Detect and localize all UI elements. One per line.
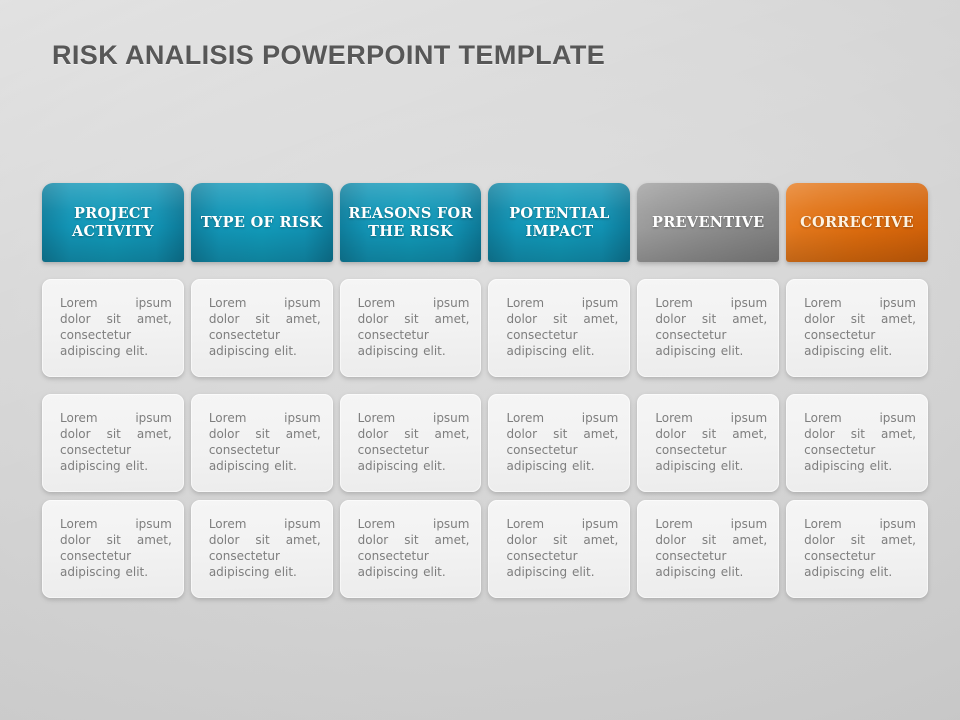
table-cell[interactable]: Lorem ipsum dolor sit amet, consectetur … xyxy=(637,500,780,598)
table-cell-text: Lorem ipsum dolor sit amet, consectetur … xyxy=(506,296,619,358)
table-cell[interactable]: Lorem ipsum dolor sit amet, consectetur … xyxy=(786,394,928,492)
table-cell[interactable]: Lorem ipsum dolor sit amet, consectetur … xyxy=(190,394,333,492)
column-header[interactable]: CORRECTIVE xyxy=(786,183,928,262)
table-cell-text: Lorem ipsum dolor sit amet, consectetur … xyxy=(60,296,172,358)
table-cell-text: Lorem ipsum dolor sit amet, consectetur … xyxy=(655,411,768,473)
table-cell-text: Lorem ipsum dolor sit amet, consectetur … xyxy=(357,411,470,473)
table-column: POTENTIAL IMPACT Lorem ipsum dolor sit am… xyxy=(488,183,631,598)
slide-canvas: RISK ANALISIS POWERPOINT TEMPLATE PROJEC… xyxy=(0,0,960,720)
table-cell-text: Lorem ipsum dolor sit amet, consectetur … xyxy=(506,411,619,473)
table-cell[interactable]: Lorem ipsum dolor sit amet, consectetur … xyxy=(339,279,482,377)
risk-analysis-table: PROJECT ACTIVITY Lorem ipsum dolor sit am… xyxy=(42,183,928,598)
table-cell-text: Lorem ipsum dolor sit amet, consectetur … xyxy=(208,517,321,579)
column-header[interactable]: PREVENTIVE xyxy=(637,183,779,262)
table-cell-text: Lorem ipsum dolor sit amet, consectetur … xyxy=(208,296,321,358)
column-header[interactable]: TYPE OF RISK xyxy=(191,183,333,262)
table-column: PROJECT ACTIVITY Lorem ipsum dolor sit am… xyxy=(42,183,184,598)
table-cell[interactable]: Lorem ipsum dolor sit amet, consectetur … xyxy=(786,279,928,377)
column-header-label: TYPE OF RISK xyxy=(200,213,323,231)
table-cell[interactable]: Lorem ipsum dolor sit amet, consectetur … xyxy=(42,394,184,492)
table-cell[interactable]: Lorem ipsum dolor sit amet, consectetur … xyxy=(637,279,780,377)
table-cell[interactable]: Lorem ipsum dolor sit amet, consectetur … xyxy=(339,500,482,598)
table-cell[interactable]: Lorem ipsum dolor sit amet, consectetur … xyxy=(637,394,780,492)
table-cell[interactable]: Lorem ipsum dolor sit amet, consectetur … xyxy=(190,500,333,598)
table-cell-text: Lorem ipsum dolor sit amet, consectetur … xyxy=(655,296,768,358)
column-header-label: POTENTIAL IMPACT xyxy=(509,205,610,240)
table-cell-text: Lorem ipsum dolor sit amet, consectetur … xyxy=(804,411,916,473)
column-header-label: PREVENTIVE xyxy=(652,213,765,231)
table-cell[interactable]: Lorem ipsum dolor sit amet, consectetur … xyxy=(339,394,482,492)
table-cell-text: Lorem ipsum dolor sit amet, consectetur … xyxy=(208,411,321,473)
table-cell[interactable]: Lorem ipsum dolor sit amet, consectetur … xyxy=(190,279,333,377)
column-header-label: PROJECT ACTIVITY xyxy=(71,205,154,240)
column-header[interactable]: POTENTIAL IMPACT xyxy=(488,183,630,262)
table-cell[interactable]: Lorem ipsum dolor sit amet, consectetur … xyxy=(488,500,631,598)
table-cell-text: Lorem ipsum dolor sit amet, consectetur … xyxy=(357,517,470,579)
column-header[interactable]: REASONS FOR THE RISK xyxy=(340,183,482,262)
column-header-label: REASONS FOR THE RISK xyxy=(348,205,473,240)
table-cell-text: Lorem ipsum dolor sit amet, consectetur … xyxy=(60,517,172,579)
table-column: PREVENTIVE Lorem ipsum dolor sit amet, co… xyxy=(637,183,780,598)
page-title: RISK ANALISIS POWERPOINT TEMPLATE xyxy=(52,40,606,70)
table-cell[interactable]: Lorem ipsum dolor sit amet, consectetur … xyxy=(488,394,631,492)
table-column: REASONS FOR THE RISK Lorem ipsum dolor si… xyxy=(339,183,482,598)
table-cell-text: Lorem ipsum dolor sit amet, consectetur … xyxy=(655,517,768,579)
table-cell[interactable]: Lorem ipsum dolor sit amet, consectetur … xyxy=(786,500,928,598)
table-cell-text: Lorem ipsum dolor sit amet, consectetur … xyxy=(804,517,916,579)
table-cell[interactable]: Lorem ipsum dolor sit amet, consectetur … xyxy=(42,500,184,598)
table-cell[interactable]: Lorem ipsum dolor sit amet, consectetur … xyxy=(42,279,184,377)
table-column: CORRECTIVE Lorem ipsum dolor sit amet, co… xyxy=(786,183,928,598)
table-cell-text: Lorem ipsum dolor sit amet, consectetur … xyxy=(60,411,172,473)
table-cell-text: Lorem ipsum dolor sit amet, consectetur … xyxy=(357,296,470,358)
table-cell[interactable]: Lorem ipsum dolor sit amet, consectetur … xyxy=(488,279,631,377)
column-header[interactable]: PROJECT ACTIVITY xyxy=(42,183,184,262)
table-cell-text: Lorem ipsum dolor sit amet, consectetur … xyxy=(804,296,916,358)
table-cell-text: Lorem ipsum dolor sit amet, consectetur … xyxy=(506,517,619,579)
table-column: TYPE OF RISK Lorem ipsum dolor sit amet, … xyxy=(190,183,333,598)
column-header-label: CORRECTIVE xyxy=(800,213,914,231)
